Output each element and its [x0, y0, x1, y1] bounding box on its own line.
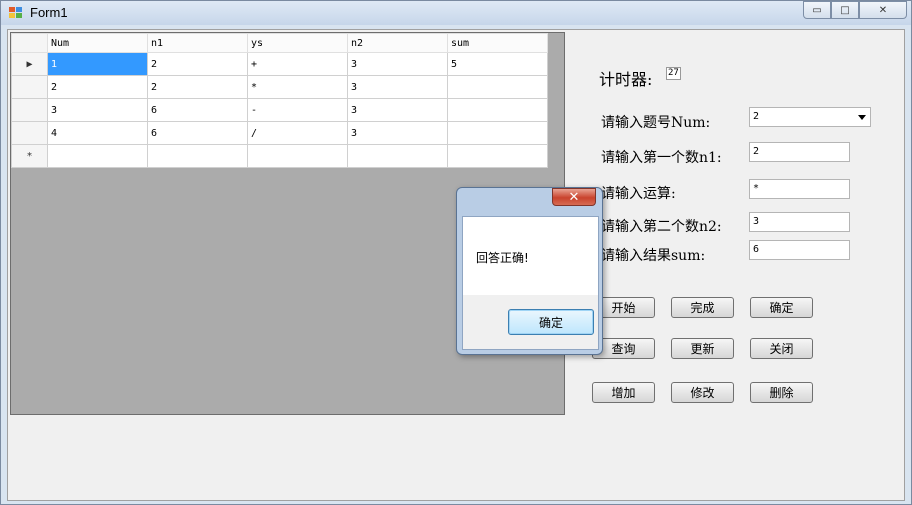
finish-button[interactable]: 完成: [671, 297, 734, 318]
grid-cell[interactable]: 3: [347, 52, 448, 76]
num-label: 请输入题号Num:: [601, 115, 711, 131]
minimize-button[interactable]: ▭: [803, 1, 831, 19]
grid-cell[interactable]: [447, 75, 548, 99]
grid-cell[interactable]: *: [247, 75, 348, 99]
grid-cell[interactable]: [247, 144, 348, 168]
grid-cell[interactable]: 2: [147, 75, 248, 99]
dialog-close-button[interactable]: ✕: [552, 188, 596, 206]
dialog-body: 回答正确! 确定: [462, 216, 599, 350]
message-box-dialog[interactable]: ✕ 回答正确! 确定: [456, 187, 603, 355]
num-combobox[interactable]: 2: [749, 107, 871, 127]
num-combobox-value: 2: [753, 111, 760, 122]
dialog-message: 回答正确!: [476, 251, 529, 265]
grid-cell[interactable]: [47, 144, 148, 168]
table-row: 4 6 / 3: [11, 121, 548, 145]
grid-cell[interactable]: 3: [347, 121, 448, 145]
column-header-sum[interactable]: sum: [447, 33, 548, 53]
timer-value: 27: [666, 67, 681, 80]
op-label: 请输入运算:: [601, 186, 676, 202]
grid-header-row: Num n1 ys n2 sum: [11, 33, 548, 53]
delete-button[interactable]: 删除: [750, 382, 813, 403]
row-header-corner[interactable]: [11, 33, 48, 53]
grid-cell[interactable]: 5: [447, 52, 548, 76]
row-header[interactable]: [11, 121, 48, 145]
window-title: Form1: [30, 5, 68, 20]
n2-input[interactable]: 3: [749, 212, 850, 232]
new-row-marker[interactable]: *: [11, 144, 48, 168]
dialog-ok-button[interactable]: 确定: [508, 309, 594, 335]
modify-button[interactable]: 修改: [671, 382, 734, 403]
close-icon: ✕: [878, 4, 888, 16]
grid-cell[interactable]: /: [247, 121, 348, 145]
op-input[interactable]: *: [749, 179, 850, 199]
update-button[interactable]: 更新: [671, 338, 734, 359]
column-header-n1[interactable]: n1: [147, 33, 248, 53]
table-row: 3 6 - 3: [11, 98, 548, 122]
n2-label: 请输入第二个数n2:: [601, 219, 722, 235]
column-header-num[interactable]: Num: [47, 33, 148, 53]
sum-input[interactable]: 6: [749, 240, 850, 260]
grid-cell[interactable]: 6: [147, 121, 248, 145]
grid-cell[interactable]: 1: [47, 52, 148, 76]
grid-cell[interactable]: 2: [47, 75, 148, 99]
table-row: 2 2 * 3: [11, 75, 548, 99]
chevron-down-icon[interactable]: [858, 115, 866, 120]
close-button[interactable]: 关闭: [750, 338, 813, 359]
column-header-n2[interactable]: n2: [347, 33, 448, 53]
grid-cell[interactable]: 3: [47, 98, 148, 122]
add-button[interactable]: 增加: [592, 382, 655, 403]
grid-cell[interactable]: 6: [147, 98, 248, 122]
row-header[interactable]: [11, 75, 48, 99]
grid-cell[interactable]: +: [247, 52, 348, 76]
grid-cell[interactable]: [447, 144, 548, 168]
maximize-button[interactable]: □: [831, 1, 859, 19]
new-row: *: [11, 144, 548, 168]
maximize-icon: □: [840, 4, 850, 16]
timer-label: 计时器:: [599, 70, 653, 89]
grid-table: Num n1 ys n2 sum ▶ 1 2 + 3 5 2 2 * 3 3 6…: [11, 33, 548, 168]
form-app-icon: [9, 7, 23, 19]
grid-cell[interactable]: [347, 144, 448, 168]
n1-input[interactable]: 2: [749, 142, 850, 162]
row-header[interactable]: [11, 98, 48, 122]
grid-cell[interactable]: [147, 144, 248, 168]
sum-label: 请输入结果sum:: [601, 248, 706, 264]
minimize-icon: ▭: [812, 4, 822, 16]
grid-cell[interactable]: [447, 121, 548, 145]
grid-cell[interactable]: 4: [47, 121, 148, 145]
grid-cell[interactable]: 3: [347, 75, 448, 99]
close-window-button[interactable]: ✕: [859, 1, 907, 19]
column-header-ys[interactable]: ys: [247, 33, 348, 53]
main-window: Form1 ▭ □ ✕ Num n1 ys n2 sum ▶ 1 2 + 3 5…: [0, 0, 912, 505]
grid-cell[interactable]: -: [247, 98, 348, 122]
current-row-marker[interactable]: ▶: [11, 52, 48, 76]
title-bar[interactable]: Form1 ▭ □ ✕: [1, 1, 911, 25]
confirm-button[interactable]: 确定: [750, 297, 813, 318]
close-icon: ✕: [568, 189, 580, 205]
n1-label: 请输入第一个数n1:: [601, 150, 722, 166]
grid-cell[interactable]: [447, 98, 548, 122]
table-row: ▶ 1 2 + 3 5: [11, 52, 548, 76]
grid-cell[interactable]: 3: [347, 98, 448, 122]
grid-cell[interactable]: 2: [147, 52, 248, 76]
